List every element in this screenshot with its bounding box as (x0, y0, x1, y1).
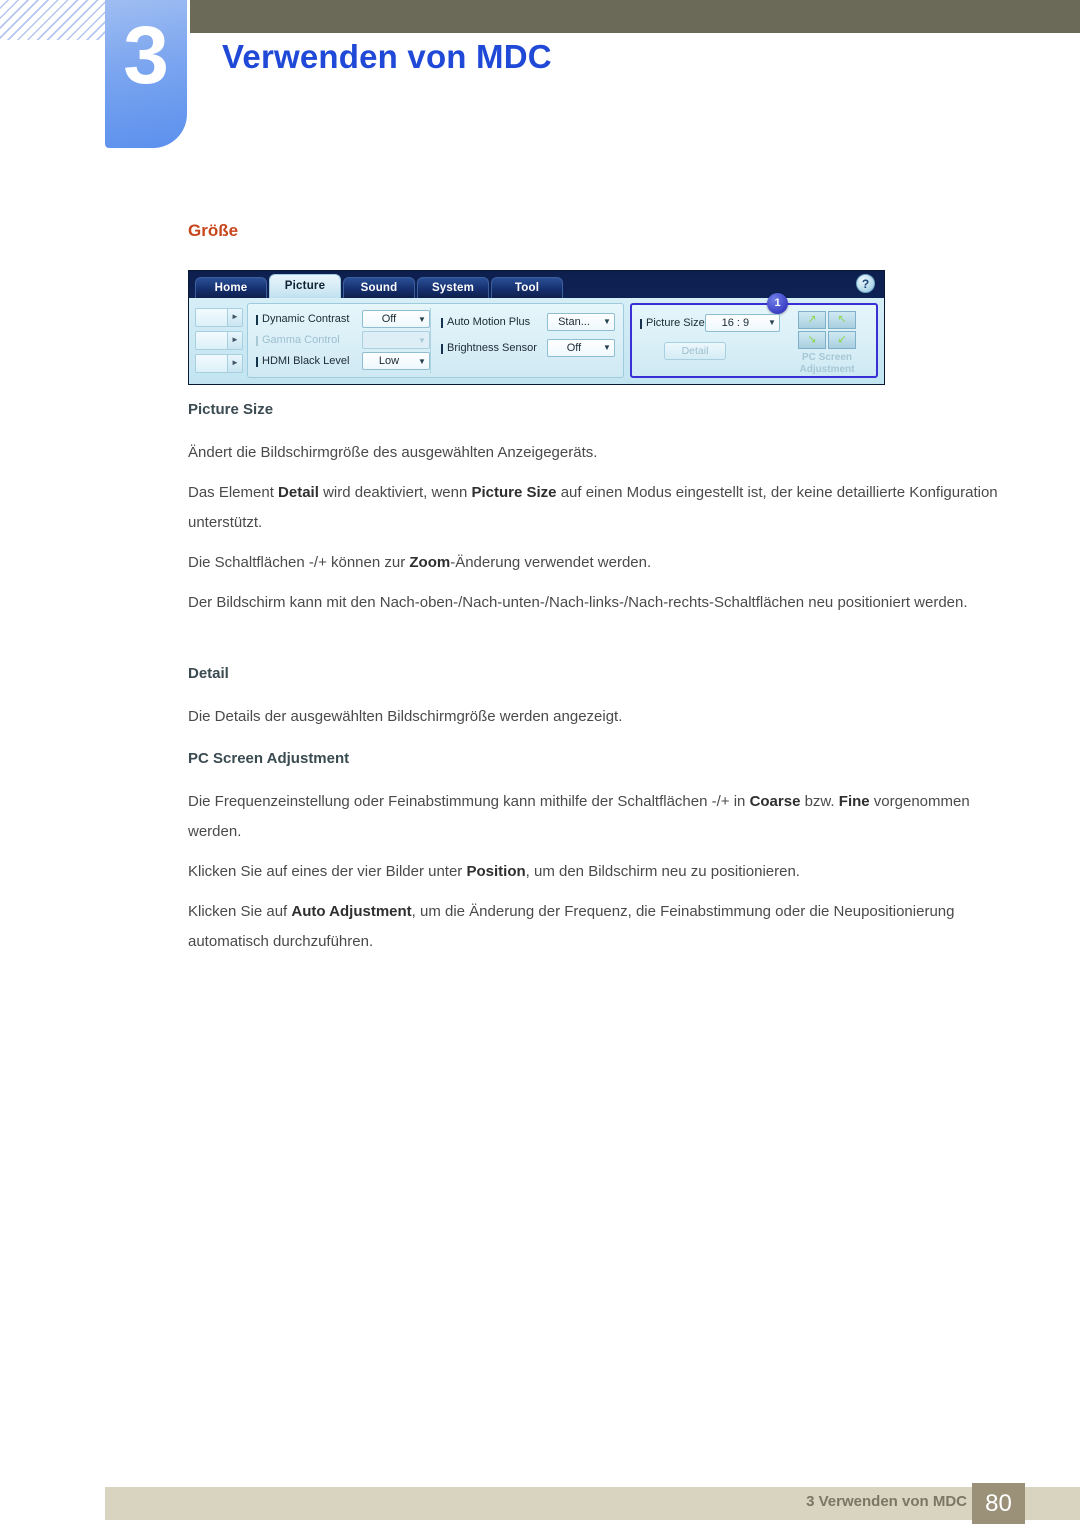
emphasis-picture-size: Picture Size (471, 484, 557, 501)
text-fragment: Klicken Sie auf (188, 903, 292, 920)
text-fragment: Die Frequenzeinstellung oder Feinabstimm… (188, 793, 750, 810)
tab-home[interactable]: Home (195, 277, 267, 298)
setting-hdmi-black-level: HDMI Black Level Low ▼ (256, 352, 430, 370)
left-partial-controls-column: ► ► ► (195, 303, 247, 378)
chapter-number: 3 (123, 10, 169, 101)
position-cell-bottom-left[interactable]: ↘ (798, 331, 826, 349)
settings-column-left: Dynamic Contrast Off ▼ Gamma Control ▼ H… (256, 308, 430, 373)
dynamic-contrast-dropdown[interactable]: Off ▼ (362, 310, 430, 328)
picture-size-label: Picture Size (640, 317, 705, 329)
auto-motion-plus-dropdown[interactable]: Stan... ▼ (547, 312, 615, 331)
paragraph-position-click: Klicken Sie auf eines der vier Bilder un… (188, 857, 1003, 887)
text-fragment: Das Element (188, 484, 279, 501)
arrow-down-left-icon: ↙ (837, 333, 847, 346)
heading-detail: Detail (188, 665, 229, 682)
setting-label: Auto Motion Plus (441, 316, 547, 328)
mdc-body: ► ► ► Dynamic Contrast Off ▼ Gamma Contr… (189, 293, 884, 384)
dropdown-value: Off (566, 341, 582, 354)
decorative-hatch-pattern (0, 0, 108, 40)
emphasis-zoom: Zoom (409, 554, 451, 571)
paragraph-detail-desc: Die Details der ausgewählten Bildschirmg… (188, 708, 623, 725)
paragraph-detail-disabled: Das Element Detail wird deaktiviert, wen… (188, 478, 1003, 538)
text-fragment: Die Schaltflächen -/+ können zur (188, 554, 410, 571)
tab-system[interactable]: System (417, 277, 489, 298)
picture-size-dropdown[interactable]: 16 : 9 ▼ (704, 313, 780, 332)
heading-picture-size: Picture Size (188, 401, 274, 418)
emphasis-coarse: Coarse (749, 793, 801, 810)
pc-screen-adjustment-group: ↗ ↖ ↘ ↙ PC Screen Adjustment (786, 311, 868, 376)
arrow-down-right-icon: ↘ (807, 333, 817, 346)
chevron-down-icon: ▼ (418, 335, 426, 345)
dropdown-value: 16 : 9 (721, 316, 750, 329)
chapter-number-tab: 3 (105, 0, 187, 148)
footer-page-number: 80 (972, 1483, 1025, 1524)
section-heading: Größe (188, 221, 239, 240)
dropdown-value: Off (381, 313, 397, 325)
text-fragment: , um den Bildschirm neu zu positionieren… (525, 863, 800, 880)
position-cell-top-left[interactable]: ↗ (798, 311, 826, 329)
tab-sound[interactable]: Sound (343, 277, 415, 298)
chapter-header-bar (190, 0, 1080, 33)
paragraph-zoom-buttons: Die Schaltflächen -/+ können zur Zoom-Än… (188, 548, 1003, 578)
setting-auto-motion-plus: Auto Motion Plus Stan... ▼ (441, 310, 615, 333)
position-cell-bottom-right[interactable]: ↙ (828, 331, 856, 349)
chevron-down-icon: ▼ (768, 318, 776, 327)
setting-gamma-control: Gamma Control ▼ (256, 331, 430, 349)
paragraph-auto-adjustment: Klicken Sie auf Auto Adjustment, um die … (188, 897, 1003, 957)
settings-column-middle: Auto Motion Plus Stan... ▼ Brightness Se… (430, 308, 615, 373)
paragraph-reposition-buttons: Der Bildschirm kann mit den Nach-oben-/N… (188, 594, 968, 611)
dropdown-value: Stan... (558, 315, 590, 328)
help-icon[interactable]: ? (856, 274, 875, 293)
text-fragment: Klicken Sie auf eines der vier Bilder un… (188, 863, 467, 880)
partial-control-row[interactable]: ► (195, 354, 243, 373)
emphasis-fine: Fine (838, 793, 870, 810)
pc-screen-adjustment-label: PC Screen Adjustment (799, 352, 855, 375)
picture-size-panel-highlighted: 1 Picture Size 16 : 9 ▼ Detail ↗ ↖ ↘ ↙ P… (630, 293, 878, 378)
dropdown-value: Low (378, 355, 400, 367)
position-image-grid: ↗ ↖ ↘ ↙ (798, 311, 856, 349)
partial-control-row[interactable]: ► (195, 308, 243, 327)
setting-label: Brightness Sensor (441, 342, 547, 354)
mdc-application-screenshot: Home Picture Sound System Tool ? ► ► ► D… (188, 270, 885, 385)
text-fragment: bzw. (800, 793, 839, 810)
hdmi-black-level-dropdown[interactable]: Low ▼ (362, 352, 430, 370)
brightness-sensor-dropdown[interactable]: Off ▼ (547, 338, 615, 357)
paragraph-picture-size-desc: Ändert die Bildschirmgröße des ausgewähl… (188, 444, 598, 461)
detail-button[interactable]: Detail (664, 342, 726, 360)
chevron-right-icon[interactable]: ► (227, 309, 242, 326)
text-fragment: -Änderung verwendet werden. (450, 554, 652, 571)
chevron-down-icon: ▼ (603, 343, 611, 352)
tab-tool[interactable]: Tool (491, 277, 563, 298)
emphasis-detail: Detail (278, 484, 319, 501)
chevron-right-icon[interactable]: ► (227, 332, 242, 349)
picture-size-group: Picture Size 16 : 9 ▼ Detail (640, 311, 780, 360)
footer-chapter-label: 3 Verwenden von MDC (806, 1493, 967, 1510)
setting-label: HDMI Black Level (256, 355, 362, 367)
setting-brightness-sensor: Brightness Sensor Off ▼ (441, 336, 615, 359)
chevron-right-icon[interactable]: ► (227, 355, 242, 372)
gamma-control-dropdown: ▼ (362, 331, 430, 349)
paragraph-coarse-fine: Die Frequenzeinstellung oder Feinabstimm… (188, 787, 1003, 847)
setting-label: Gamma Control (256, 334, 362, 346)
chevron-down-icon: ▼ (418, 314, 426, 324)
text-fragment: wird deaktiviert, wenn (318, 484, 472, 501)
setting-dynamic-contrast: Dynamic Contrast Off ▼ (256, 310, 430, 328)
emphasis-position: Position (466, 863, 526, 880)
arrow-up-right-icon: ↗ (807, 313, 817, 326)
partial-control-row[interactable]: ► (195, 331, 243, 350)
chevron-down-icon: ▼ (603, 317, 611, 326)
arrow-up-left-icon: ↖ (837, 313, 847, 326)
emphasis-auto-adjustment: Auto Adjustment (291, 903, 412, 920)
setting-label: Dynamic Contrast (256, 313, 362, 325)
chevron-down-icon: ▼ (418, 356, 426, 366)
picture-settings-panel: Dynamic Contrast Off ▼ Gamma Control ▼ H… (247, 303, 624, 378)
heading-pc-screen-adjustment: PC Screen Adjustment (188, 750, 350, 767)
chapter-title: Verwenden von MDC (222, 38, 552, 75)
tab-picture[interactable]: Picture (269, 274, 341, 298)
position-cell-top-right[interactable]: ↖ (828, 311, 856, 329)
setting-picture-size: Picture Size 16 : 9 ▼ (640, 311, 780, 334)
